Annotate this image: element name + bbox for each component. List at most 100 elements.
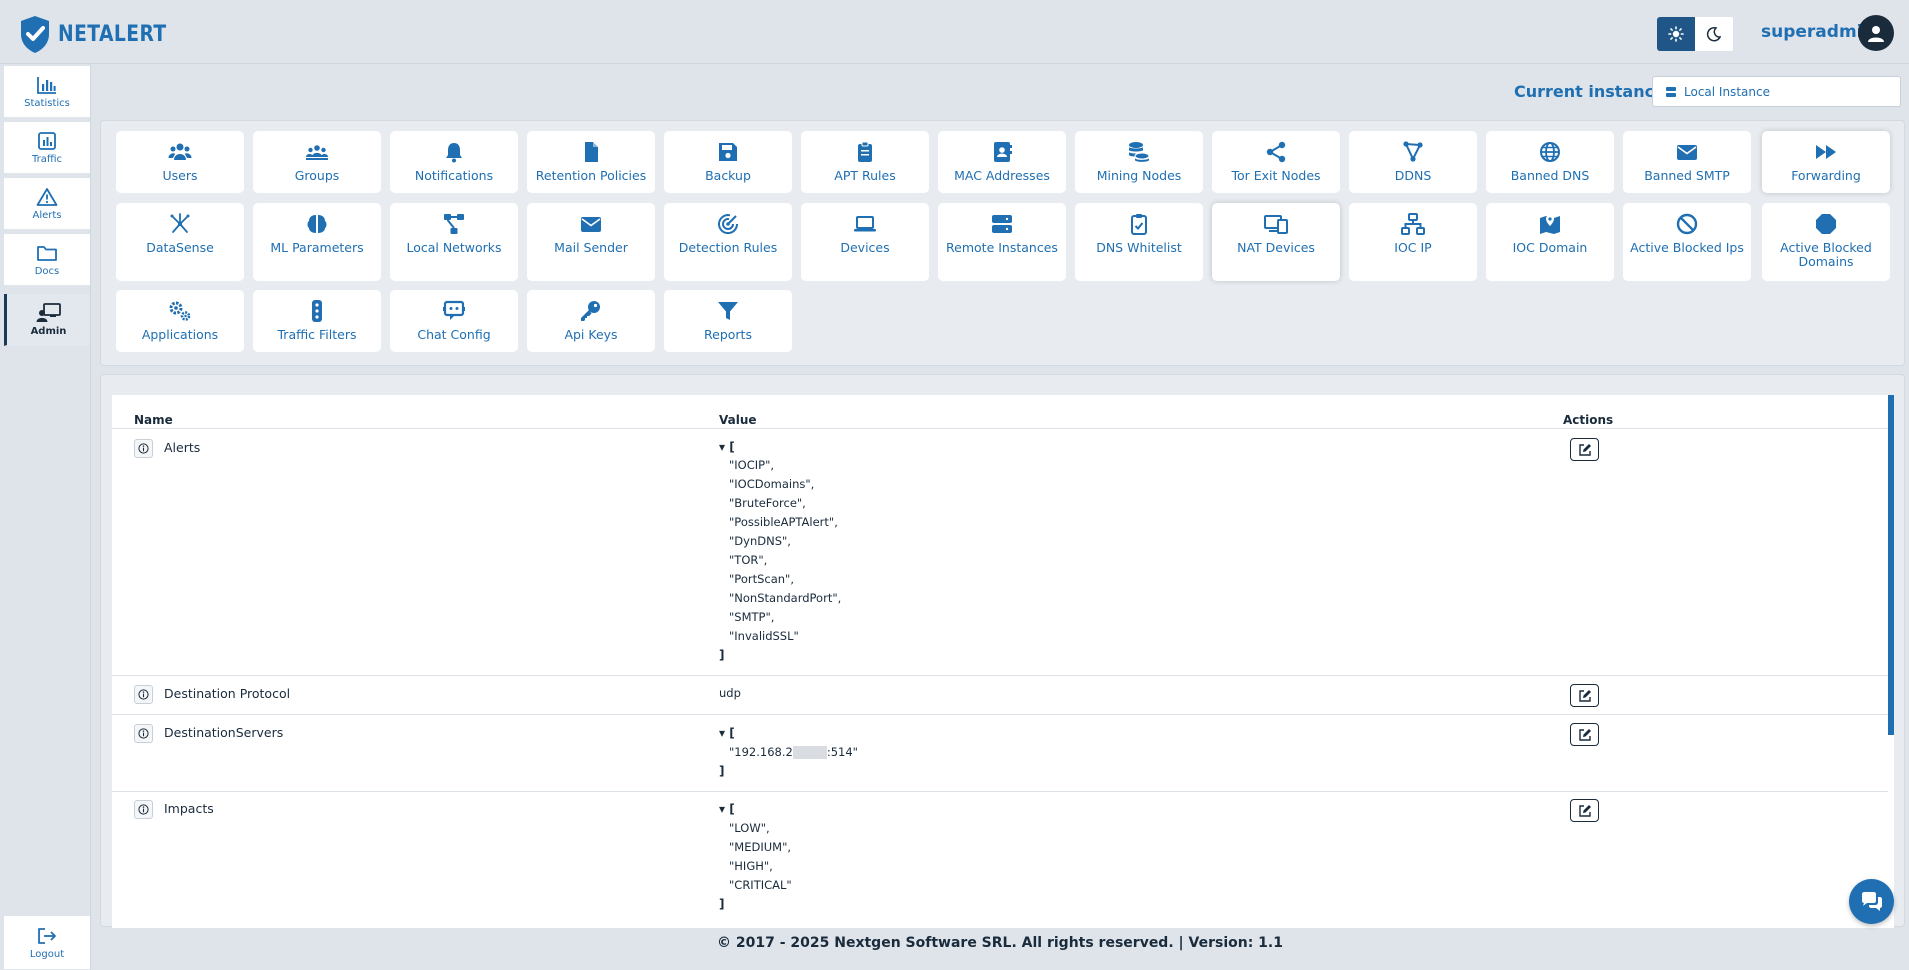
tile-mac-addresses[interactable]: MAC Addresses	[938, 131, 1066, 193]
row-divider	[112, 714, 1888, 715]
users-icon	[168, 143, 192, 160]
json-item: "IOCIP",	[729, 458, 775, 472]
envelope-icon	[1677, 145, 1697, 160]
sidebar-item-traffic[interactable]: Traffic	[4, 122, 90, 174]
sidebar-item-label: Statistics	[24, 97, 70, 109]
logout-icon	[38, 927, 56, 944]
tile-users[interactable]: Users	[116, 131, 244, 193]
tile-datasense[interactable]: DataSense	[116, 203, 244, 281]
dark-theme-button[interactable]	[1695, 17, 1733, 51]
tile-backup[interactable]: Backup	[664, 131, 792, 193]
tile-local-networks[interactable]: Local Networks	[390, 203, 518, 281]
sidebar-item-admin[interactable]: Admin	[4, 294, 90, 346]
tile-nat-devices[interactable]: NAT Devices	[1212, 203, 1340, 281]
edit-button[interactable]	[1570, 723, 1599, 746]
tile-banned-dns[interactable]: Banned DNS	[1486, 131, 1614, 193]
user-avatar[interactable]	[1858, 15, 1894, 51]
column-header-value: Value	[719, 413, 757, 427]
tile-active-blocked-domains[interactable]: Active Blocked Domains	[1762, 203, 1890, 281]
edit-icon	[1578, 728, 1591, 741]
json-item: "BruteForce",	[729, 496, 806, 510]
tile-apt-rules[interactable]: APT Rules	[801, 131, 929, 193]
tile-mail-sender[interactable]: Mail Sender	[527, 203, 655, 281]
info-icon[interactable]	[134, 685, 153, 704]
clipboard-check-icon	[1131, 214, 1147, 235]
instance-label: Current instance:	[1514, 82, 1672, 101]
tile-applications[interactable]: Applications	[116, 290, 244, 352]
row-value-protocol: udp	[719, 686, 741, 700]
sidebar: Statistics Traffic Alerts Docs Admin Log…	[0, 64, 91, 970]
table-scrollbar[interactable]	[1888, 395, 1894, 735]
tile-retention-policies[interactable]: Retention Policies	[527, 131, 655, 193]
json-item: "SMTP",	[729, 610, 775, 624]
fast-forward-icon	[1816, 145, 1836, 159]
save-icon	[719, 143, 737, 161]
bell-icon	[446, 143, 462, 163]
tile-forwarding[interactable]: Forwarding	[1762, 131, 1890, 193]
sidebar-item-logout[interactable]: Logout	[4, 916, 90, 970]
tile-api-keys[interactable]: Api Keys	[527, 290, 655, 352]
json-item: "192.168.2:514"	[729, 745, 858, 759]
tile-devices[interactable]: Devices	[801, 203, 929, 281]
filter-icon	[718, 302, 738, 320]
chat-bubbles-icon	[1861, 891, 1882, 911]
sidebar-item-alerts[interactable]: Alerts	[4, 178, 90, 230]
row-divider	[112, 791, 1888, 792]
chart-bar-icon	[37, 76, 56, 94]
json-item: "PortScan",	[729, 572, 794, 586]
tile-banned-smtp[interactable]: Banned SMTP	[1623, 131, 1751, 193]
key-icon	[581, 301, 600, 321]
traffic-light-icon	[312, 300, 322, 322]
groups-icon	[306, 145, 328, 160]
tile-reports[interactable]: Reports	[664, 290, 792, 352]
brand-name: NETALERT	[58, 21, 167, 47]
tile-tor-exit-nodes[interactable]: Tor Exit Nodes	[1212, 131, 1340, 193]
tile-detection-rules[interactable]: Detection Rules	[664, 203, 792, 281]
tile-active-blocked-ips[interactable]: Active Blocked Ips	[1623, 203, 1751, 281]
tile-groups[interactable]: Groups	[253, 131, 381, 193]
cogs-icon	[169, 301, 191, 321]
edit-button[interactable]	[1570, 684, 1599, 707]
share-icon	[1266, 141, 1286, 163]
devices-icon	[1264, 215, 1288, 234]
json-close: ]	[719, 764, 725, 778]
tile-ddns[interactable]: DDNS	[1349, 131, 1477, 193]
sidebar-item-docs[interactable]: Docs	[4, 234, 90, 286]
json-item: "IOCDomains",	[729, 477, 815, 491]
json-toggle[interactable]: ▾ [	[719, 726, 735, 740]
column-header-actions: Actions	[1563, 413, 1614, 427]
row-divider	[112, 675, 1888, 676]
sidebar-item-label: Alerts	[32, 209, 62, 221]
instance-select[interactable]: Local Instance	[1652, 76, 1901, 107]
tile-mining-nodes[interactable]: Mining Nodes	[1075, 131, 1203, 193]
logo[interactable]: NETALERT	[18, 14, 186, 54]
light-theme-button[interactable]	[1657, 17, 1695, 51]
tile-chat-config[interactable]: Chat Config	[390, 290, 518, 352]
sidebar-item-statistics[interactable]: Statistics	[4, 66, 90, 118]
json-item: "DynDNS",	[729, 534, 791, 548]
tile-dns-whitelist[interactable]: DNS Whitelist	[1075, 203, 1203, 281]
edit-button[interactable]	[1570, 799, 1599, 822]
settings-table[interactable]: Name Value Actions Alerts ▾ [ "IOCIP", "…	[112, 395, 1894, 928]
info-icon[interactable]	[134, 439, 153, 458]
json-close: ]	[719, 648, 725, 662]
clipboard-icon	[858, 141, 872, 162]
edit-button[interactable]	[1570, 438, 1599, 461]
tile-ioc-ip[interactable]: IOC IP	[1349, 203, 1477, 281]
json-toggle[interactable]: ▾ [	[719, 440, 735, 454]
chat-button[interactable]	[1849, 879, 1894, 924]
file-icon	[585, 142, 598, 162]
theme-toggle[interactable]	[1657, 17, 1734, 51]
tile-ml-parameters[interactable]: ML Parameters	[253, 203, 381, 281]
info-icon[interactable]	[134, 724, 153, 743]
globe-icon	[1540, 142, 1560, 162]
tile-remote-instances[interactable]: Remote Instances	[938, 203, 1066, 281]
tile-ioc-domain[interactable]: IOC Domain	[1486, 203, 1614, 281]
json-item: "LOW",	[729, 821, 770, 835]
network-icon	[444, 214, 464, 234]
info-icon[interactable]	[134, 800, 153, 819]
admin-icon	[36, 302, 61, 322]
tile-notifications[interactable]: Notifications	[390, 131, 518, 193]
tile-traffic-filters[interactable]: Traffic Filters	[253, 290, 381, 352]
json-toggle[interactable]: ▾ [	[719, 802, 735, 816]
